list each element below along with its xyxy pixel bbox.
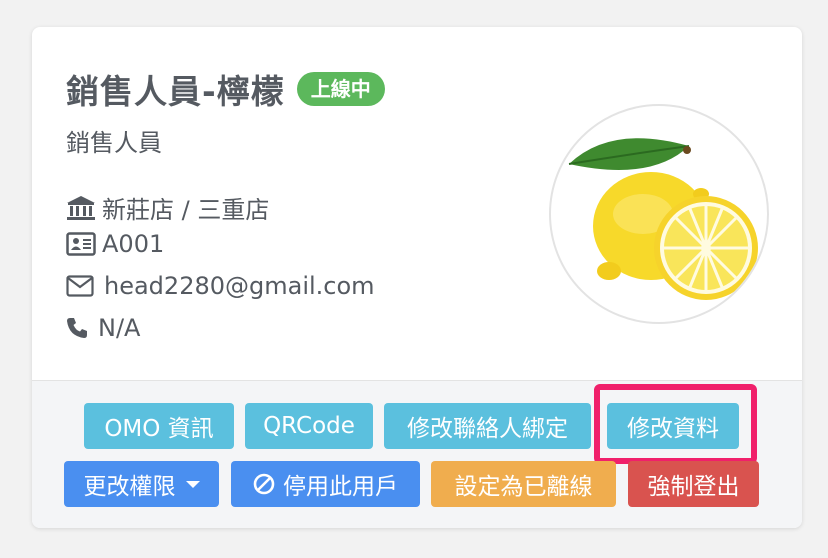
set-offline-button[interactable]: 設定為已離線 [431,461,616,507]
disable-user-button[interactable]: 停用此用戶 [231,461,420,507]
avatar [549,104,769,324]
ban-icon [253,473,275,495]
action-bar: OMO 資訊 QRCode 修改聯絡人綁定 修改資料 更改權限 停用此用戶 設定… [32,380,802,528]
bank-icon [66,194,102,222]
id-card-icon [66,230,102,258]
email-text: head2280@gmail.com [104,272,375,300]
store-row: 新莊店 / 三重店 [66,190,269,225]
user-role: 銷售人員 [66,129,162,157]
edit-contact-binding-button[interactable]: 修改聯絡人綁定 [384,403,591,449]
employee-id-text: A001 [102,230,165,258]
qrcode-button[interactable]: QRCode [245,403,373,449]
change-permission-button[interactable]: 更改權限 [64,461,219,507]
envelope-icon [66,272,104,300]
caret-down-icon [185,480,200,488]
card-body: 銷售人員-檸檬 上線中 銷售人員 新莊店 / 三重店 A001 head2280… [32,27,802,380]
lemon-image [568,138,758,300]
store-text: 新莊店 / 三重店 [102,196,270,224]
status-badge: 上線中 [296,72,385,106]
email-row: head2280@gmail.com [66,272,375,300]
name-row: 銷售人員-檸檬 上線中 [66,65,385,113]
user-card: 銷售人員-檸檬 上線中 銷售人員 新莊店 / 三重店 A001 head2280… [32,27,802,528]
user-name: 銷售人員-檸檬 [66,72,285,111]
edit-profile-button[interactable]: 修改資料 [607,403,739,449]
phone-row: N/A [66,314,140,342]
phone-icon [66,314,98,342]
phone-text: N/A [98,314,141,342]
disable-user-label: 停用此用戶 [283,474,398,500]
employee-id-row: A001 [66,230,164,258]
change-permission-label: 更改權限 [83,474,176,500]
force-logout-button[interactable]: 強制登出 [628,461,759,507]
omo-info-button[interactable]: OMO 資訊 [84,403,234,449]
